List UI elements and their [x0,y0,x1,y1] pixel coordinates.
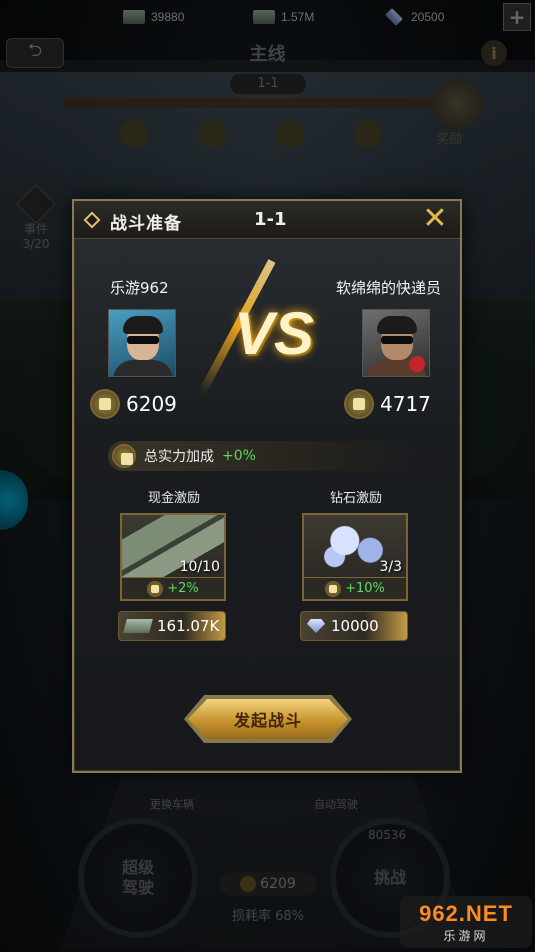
player-power: 6209 [90,389,177,419]
watermark-logo: 962.NET [419,900,513,926]
cash-reward-card[interactable]: 10/10 +2% [120,513,226,601]
total-power-bonus: 总实力加成 +0% [108,441,418,471]
gem-reward-bonus: +10% [304,577,406,599]
power-coin-icon [344,389,374,419]
watermark-site: 乐游网 [443,928,489,943]
battle-prep-dialog: 战斗准备 1-1 ✕ 乐游962 6209 VS 软绵绵的快递员 4717 总实… [72,199,462,773]
power-coin-icon [90,389,120,419]
dialog-title: 战斗准备 [110,214,182,234]
player-power-value: 6209 [126,392,177,416]
cash-reward-bonus: +2% [122,577,224,599]
cash-icon [123,619,153,633]
gem-cost-value: 10000 [331,617,379,635]
watermark: 962.NET 乐游网 [400,896,532,948]
gem-reward-card[interactable]: 3/3 +10% [302,513,408,601]
close-button[interactable]: ✕ [420,204,450,235]
avatar-sunglasses [381,336,413,344]
vs-text: VS [233,300,315,367]
cash-reward-title: 现金激励 [147,491,200,506]
gem-reward-title: 钻石激励 [329,491,382,506]
start-battle-button[interactable]: 发起战斗 [188,699,348,739]
power-coin-icon [147,580,164,597]
opponent-power: 4717 [344,389,431,419]
avatar-body [113,360,173,376]
dialog-header: 战斗准备 1-1 ✕ [74,201,460,239]
player-name: 乐游962 [110,279,169,297]
cash-bonus-value: +2% [167,581,199,596]
bonus-label: 总实力加成 [144,449,214,465]
bonus-value: +0% [222,448,256,464]
gem-icon [307,619,325,633]
gem-cost-button[interactable]: 10000 [300,611,408,641]
opponent-avatar[interactable] [362,309,430,377]
avatar-sunglasses [127,336,159,344]
power-coin-icon [112,444,136,468]
opponent-power-value: 4717 [380,392,431,416]
avatar-hair [377,316,417,334]
avatar-hair [123,316,163,334]
dialog-stage: 1-1 [254,209,287,230]
gem-bonus-value: +10% [345,581,385,596]
player-avatar[interactable] [108,309,176,377]
gem-reward-count: 3/3 [379,559,402,575]
vs-emblem: VS [198,259,324,401]
cash-cost-value: 161.07K [157,617,220,635]
flower-icon [409,356,425,372]
cash-cost-button[interactable]: 161.07K [118,611,226,641]
cash-reward-count: 10/10 [179,559,220,575]
opponent-name: 软绵绵的快递员 [336,279,442,297]
diamond-icon [83,211,101,229]
power-coin-icon [325,580,342,597]
